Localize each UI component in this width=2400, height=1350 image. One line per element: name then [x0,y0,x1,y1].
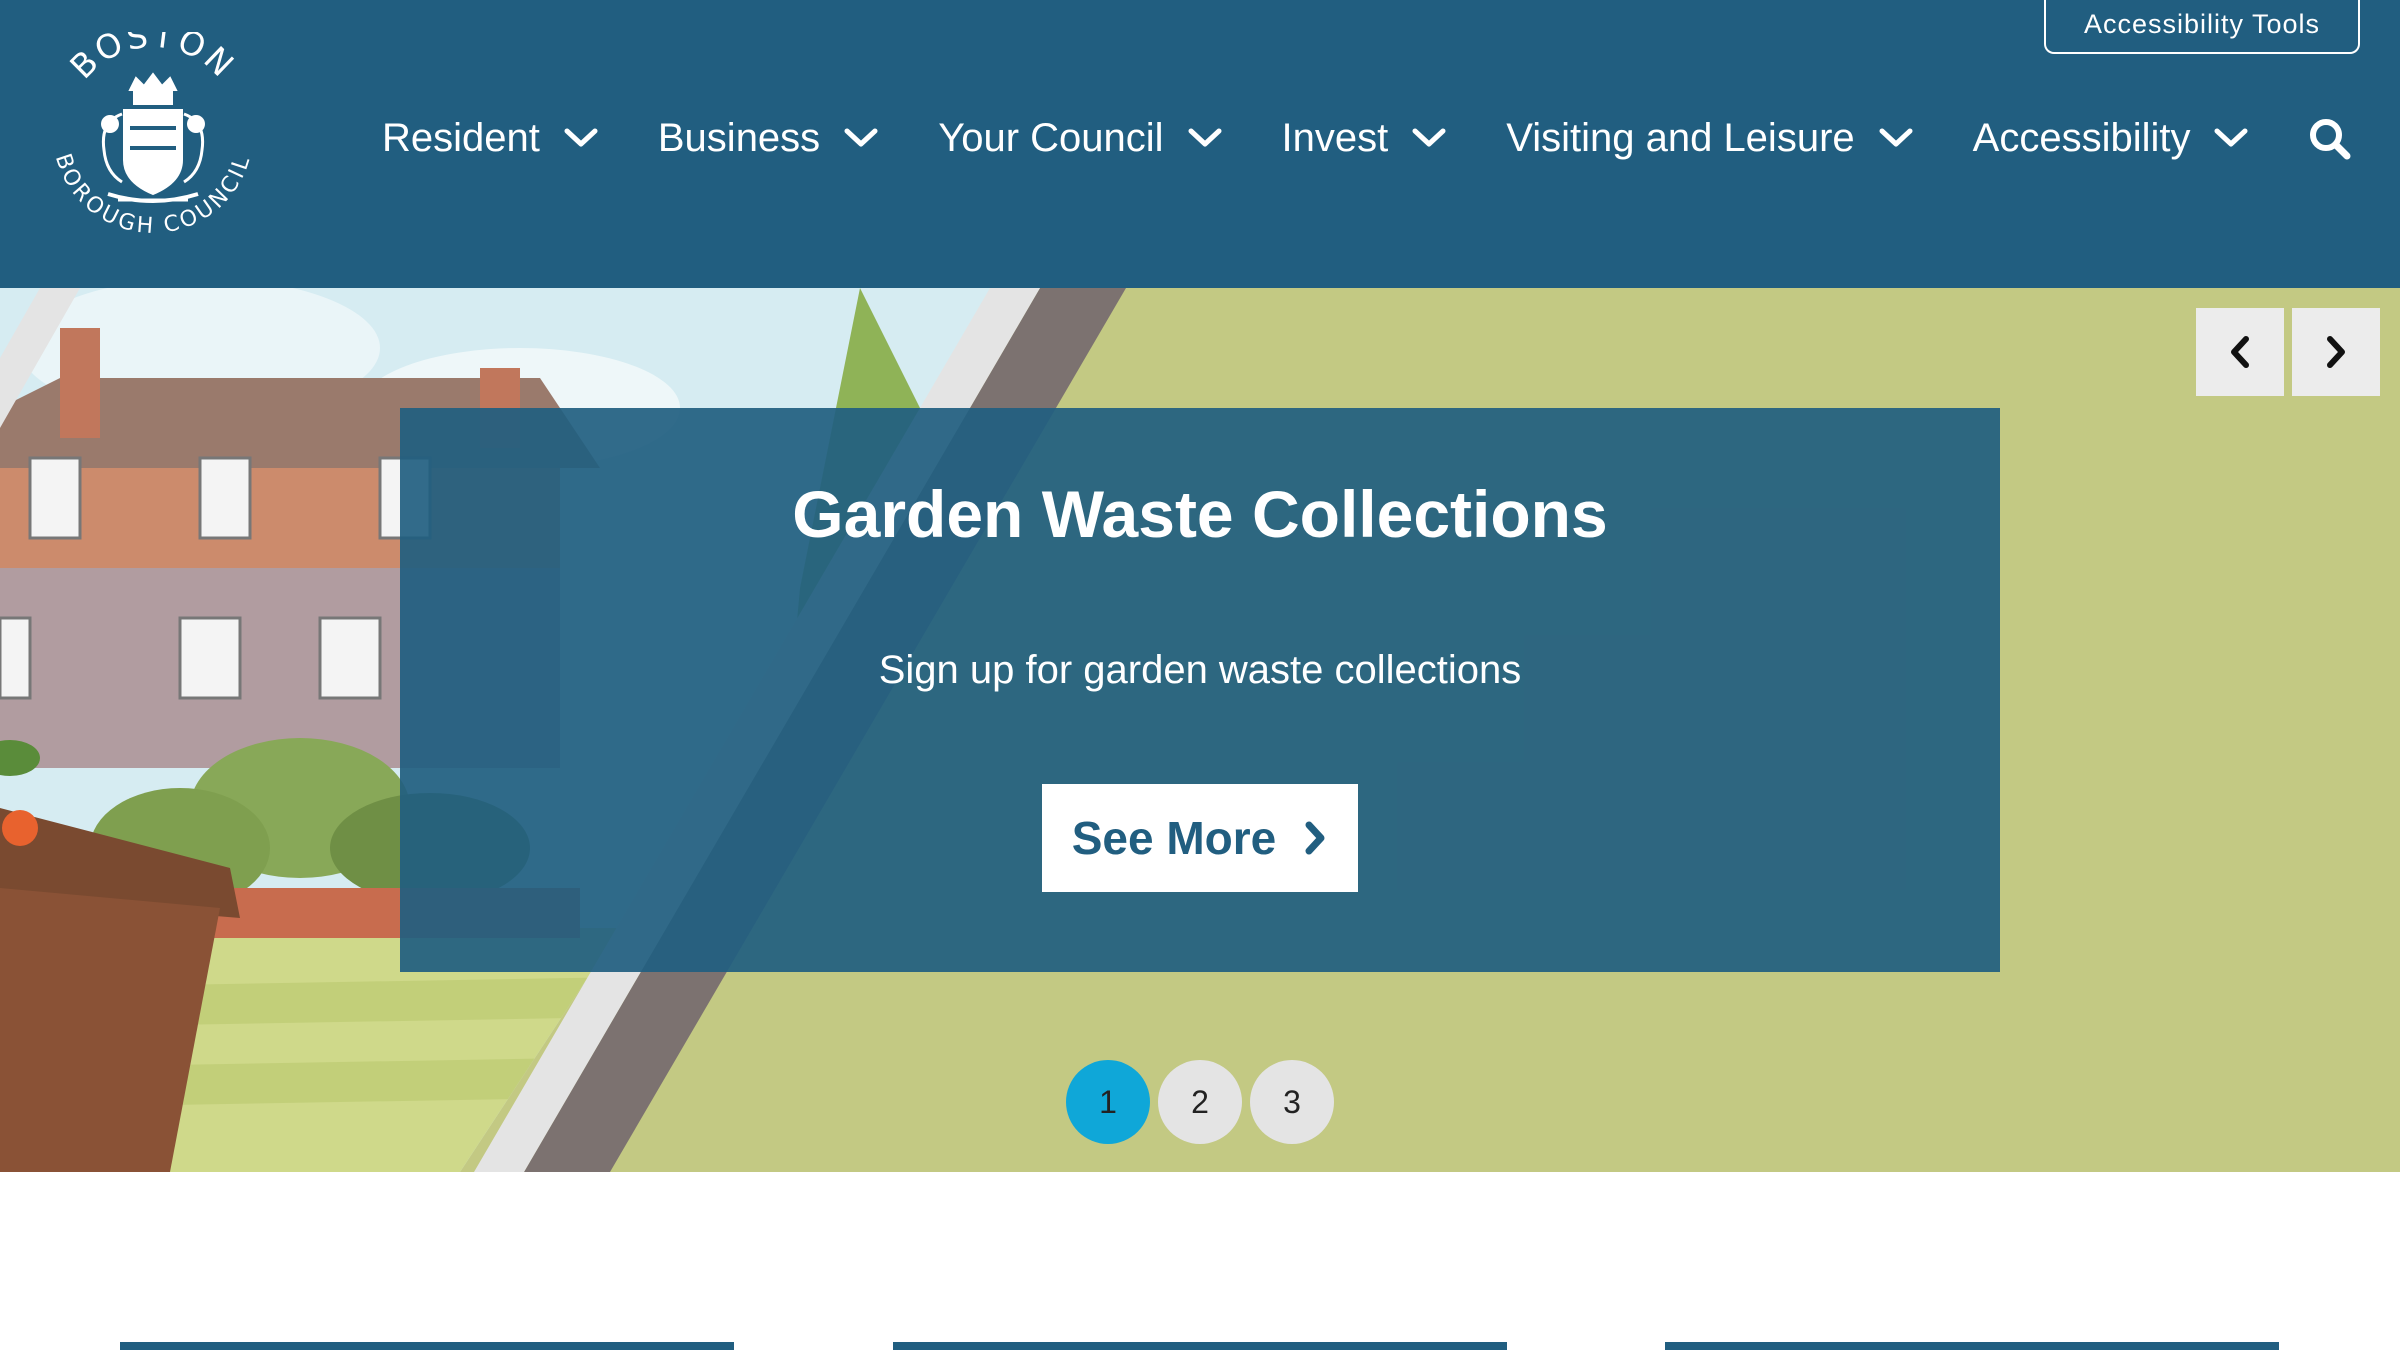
nav-item-business[interactable]: Business [658,116,878,161]
carousel-prev-button[interactable] [2196,308,2284,396]
carousel-next-button[interactable] [2292,308,2380,396]
see-more-label: See More [1071,812,1277,864]
hero-subtitle: Sign up for garden waste collections [878,648,1522,692]
site-header: BOSTON BOROUGH COUNCIL Accessibility Too… [0,0,2400,288]
hero-slide-card: Garden Waste Collections Sign up for gar… [400,408,2000,972]
main-nav: Resident Business Your Council Invest Vi… [382,108,2248,168]
hero-carousel: Garden Waste Collections Sign up for gar… [0,288,2400,1172]
nav-item-label: Invest [1281,115,1389,160]
chevron-down-icon [564,128,598,147]
chevron-down-icon [1879,128,1913,147]
nav-item-label: Resident [382,115,540,160]
chevron-right-icon [1305,821,1325,855]
nav-item-visiting-and-leisure[interactable]: Visiting and Leisure [1506,115,1913,161]
nav-item-label: Your Council [938,115,1164,160]
card-top-bar [893,1342,1507,1350]
nav-item-invest[interactable]: Invest [1282,116,1447,161]
pager-dot-2[interactable]: 2 [1158,1060,1242,1144]
chevron-down-icon [1188,128,1222,147]
pager-dot-3[interactable]: 3 [1250,1060,1334,1144]
accessibility-tools-button[interactable]: Accessibility Tools [2044,0,2360,54]
council-logo[interactable]: BOSTON BOROUGH COUNCIL [38,15,268,262]
chevron-left-icon [2231,336,2249,368]
carousel-pager: 1 2 3 [1066,1060,1342,1144]
card-top-bar [120,1342,734,1350]
chevron-down-icon [2214,128,2248,147]
see-more-button[interactable]: See More [1042,784,1358,892]
search-icon [2310,119,2351,160]
coat-of-arms-icon: BOSTON BOROUGH COUNCIL [50,15,253,239]
nav-item-resident[interactable]: Resident [382,116,598,161]
nav-item-label: Visiting and Leisure [1506,115,1855,160]
nav-item-your-council[interactable]: Your Council [938,115,1222,161]
pager-dot-1[interactable]: 1 [1066,1060,1150,1144]
chevron-right-icon [2327,336,2345,368]
hero-title: Garden Waste Collections [792,477,1608,551]
chevron-down-icon [1412,128,1446,147]
nav-item-accessibility[interactable]: Accessibility [1973,116,2249,161]
nav-item-label: Business [657,115,821,160]
search-button[interactable] [2308,117,2352,161]
nav-item-label: Accessibility [1972,115,2191,160]
card-top-bar [1665,1342,2279,1350]
chevron-down-icon [844,128,878,147]
